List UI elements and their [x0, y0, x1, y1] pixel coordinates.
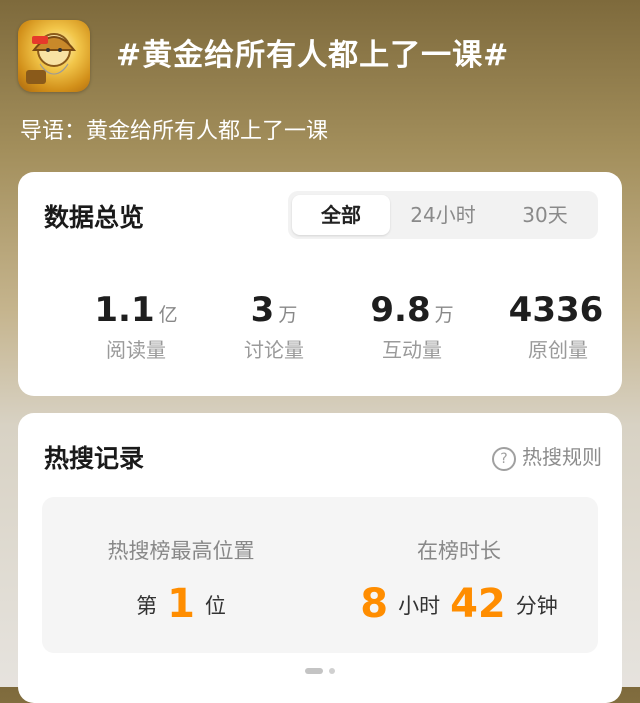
- page-dot: [329, 668, 335, 674]
- position-suffix: 位: [204, 594, 226, 618]
- stat-unit: 亿: [158, 304, 178, 326]
- duration-stat: 在榜时长 8 小时 42 分钟: [320, 497, 598, 653]
- stat-originals: 4336 原创量: [488, 290, 628, 363]
- stat-reads: 1.1 亿 阅读量: [66, 290, 206, 363]
- tab-24h[interactable]: 24小时: [392, 195, 494, 235]
- data-overview-card: 数据总览 全部 24小时 30天 1.1 亿 阅读量 3万 讨论量 9.8 万 互动…: [18, 172, 622, 396]
- stat-value: 9.8: [370, 290, 431, 330]
- stat-label: 原创量: [528, 338, 588, 362]
- stat-value: 3: [250, 290, 275, 330]
- duration-hours: 8: [360, 581, 389, 627]
- page-indicator: [18, 659, 622, 678]
- best-position-value: 1: [167, 581, 195, 627]
- tab-all[interactable]: 全部: [292, 195, 390, 235]
- minutes-unit: 分钟: [515, 594, 558, 618]
- gold-miner-icon[interactable]: [18, 20, 90, 92]
- hours-unit: 小时: [398, 594, 441, 618]
- stat-label: 讨论量: [244, 338, 304, 362]
- stat-discussions: 3万 讨论量: [204, 290, 344, 363]
- stat-unit: 万: [434, 304, 454, 326]
- page-dot-active: [305, 668, 323, 674]
- duration-label: 在榜时长: [417, 539, 501, 563]
- position-prefix: 第: [136, 594, 158, 618]
- hot-search-rules-link[interactable]: ? 热搜规则: [492, 441, 602, 471]
- duration-value-row: 8 小时 42 分钟: [320, 581, 598, 627]
- hot-search-stats-box: 热搜榜最高位置 第1位 在榜时长 8 小时 42 分钟: [42, 497, 598, 653]
- time-range-tabs: 全部 24小时 30天: [288, 191, 598, 239]
- best-position-value-row: 第1位: [42, 581, 320, 627]
- stat-value: 4336: [508, 290, 604, 330]
- tab-30d[interactable]: 30天: [496, 195, 594, 235]
- topic-title: #黄金给所有人都上了一课#: [116, 38, 510, 73]
- best-position-label: 热搜榜最高位置: [107, 539, 255, 563]
- best-position-stat: 热搜榜最高位置 第1位: [42, 497, 320, 653]
- stat-unit: 万: [278, 304, 298, 326]
- stat-interactions: 9.8 万 互动量: [342, 290, 482, 363]
- hot-search-card: 热搜记录 ? 热搜规则 热搜榜最高位置 第1位 在榜时长 8 小时 42 分钟: [18, 413, 622, 703]
- stat-label: 阅读量: [106, 338, 166, 362]
- duration-minutes: 42: [450, 581, 506, 627]
- overview-title: 数据总览: [44, 203, 145, 232]
- question-circle-icon: ?: [492, 446, 516, 471]
- rules-label: 热搜规则: [522, 445, 602, 469]
- hot-search-title: 热搜记录: [44, 444, 145, 473]
- topic-header: #黄金给所有人都上了一课# 导语：黄金给所有人都上了一课: [0, 0, 640, 168]
- topic-intro: 导语：黄金给所有人都上了一课: [20, 119, 329, 144]
- stat-value: 1.1: [94, 290, 155, 330]
- stat-label: 互动量: [382, 338, 442, 362]
